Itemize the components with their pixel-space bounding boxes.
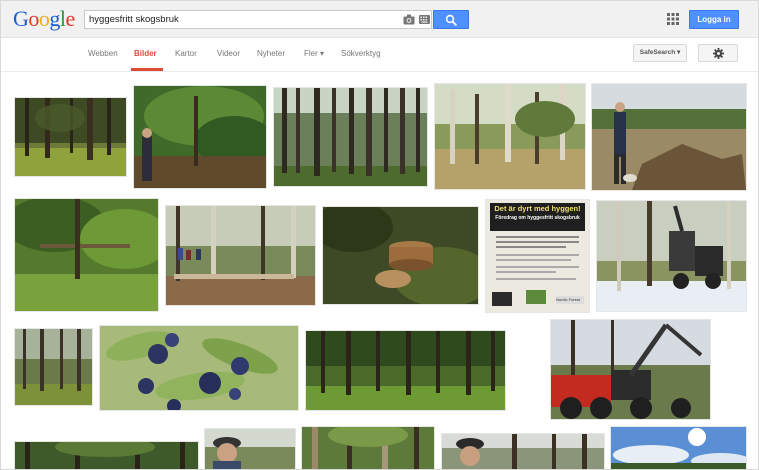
search-box[interactable] <box>84 10 432 29</box>
tab-sokverktyg[interactable]: Sökverktyg <box>341 49 381 58</box>
image-result[interactable] <box>166 206 315 305</box>
poster-title: Det är dyrt med hyggen! <box>494 204 581 213</box>
camera-icon[interactable] <box>403 14 415 25</box>
image-result[interactable] <box>205 429 295 469</box>
active-tab-indicator <box>131 68 163 71</box>
poster-subtitle: Föredrag om hyggesfritt skogsbruk <box>495 215 580 221</box>
tab-kartor[interactable]: Kartor <box>175 49 197 58</box>
image-result[interactable] <box>323 207 478 304</box>
image-result[interactable] <box>302 427 434 469</box>
image-result[interactable] <box>551 320 710 419</box>
poster-footer: Nordic Forest <box>555 297 580 302</box>
keyboard-icon[interactable] <box>419 15 430 24</box>
tab-fler[interactable]: Fler ▾ <box>304 49 324 58</box>
image-result[interactable] <box>611 427 746 469</box>
logo-letter: e <box>65 6 76 31</box>
gear-icon <box>713 48 724 59</box>
logo-letter: g <box>49 6 60 31</box>
logo-letter: o <box>38 6 50 31</box>
logo-letter: G <box>13 6 29 31</box>
image-result[interactable] <box>100 326 298 410</box>
tab-videor[interactable]: Videor <box>217 49 240 58</box>
search-icon <box>445 14 457 26</box>
google-logo[interactable]: Google <box>13 7 75 31</box>
browser-frame: Google hyggesfritt skogsbruk Logga in We… <box>0 0 759 470</box>
image-result[interactable] <box>274 88 427 186</box>
tab-bilder[interactable]: Bilder <box>134 49 157 58</box>
safesearch-button[interactable]: SafeSearch ▾ <box>633 44 687 62</box>
apps-grid-icon[interactable] <box>667 13 679 25</box>
login-button[interactable]: Logga in <box>689 10 739 29</box>
image-result[interactable] <box>134 86 266 188</box>
image-result[interactable] <box>15 98 126 176</box>
image-result[interactable] <box>592 84 746 190</box>
image-result-poster[interactable]: Det är dyrt med hyggen! Föredrag om hygg… <box>486 200 589 312</box>
image-result[interactable] <box>306 331 505 410</box>
image-result[interactable] <box>15 329 92 405</box>
image-result[interactable] <box>15 442 198 469</box>
logo-letter: o <box>28 6 39 31</box>
image-result[interactable] <box>435 84 585 189</box>
image-result[interactable] <box>597 201 746 311</box>
search-input[interactable] <box>89 12 389 27</box>
tab-nyheter[interactable]: Nyheter <box>257 49 285 58</box>
image-result[interactable] <box>442 434 604 469</box>
search-button[interactable] <box>433 10 469 29</box>
settings-button[interactable] <box>698 44 738 62</box>
image-result[interactable] <box>15 199 158 311</box>
top-bar: Google hyggesfritt skogsbruk Logga in <box>1 1 758 38</box>
tab-webben[interactable]: Webben <box>88 49 118 58</box>
